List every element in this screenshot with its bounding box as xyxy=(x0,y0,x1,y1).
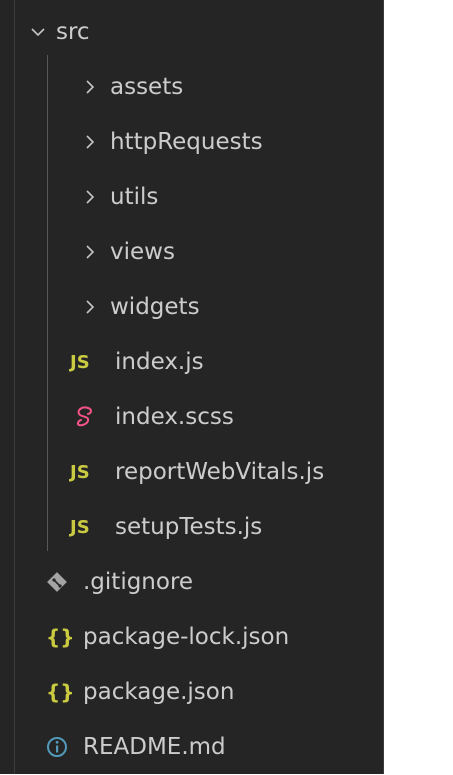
folder-widgets[interactable]: widgets xyxy=(0,280,384,335)
file-explorer-panel: src assets httpRequests utils views widg… xyxy=(0,0,384,774)
folder-label: widgets xyxy=(110,294,200,320)
js-icon: JS xyxy=(70,517,90,538)
chevron-right-icon xyxy=(82,280,98,335)
file-label: package.json xyxy=(83,679,235,705)
folder-label: utils xyxy=(110,184,159,210)
sass-icon xyxy=(74,390,98,445)
chevron-down-icon xyxy=(30,5,46,60)
folder-views[interactable]: views xyxy=(0,225,384,280)
info-icon xyxy=(46,720,70,775)
folder-src[interactable]: src xyxy=(0,5,384,60)
folder-label: httpRequests xyxy=(110,129,263,155)
folder-utils[interactable]: utils xyxy=(0,170,384,225)
folder-assets[interactable]: assets xyxy=(0,60,384,115)
chevron-right-icon xyxy=(82,170,98,225)
file-gitignore[interactable]: .gitignore xyxy=(0,555,384,610)
file-tree: src assets httpRequests utils views widg… xyxy=(0,5,384,775)
folder-label: src xyxy=(56,19,90,45)
folder-httprequests[interactable]: httpRequests xyxy=(0,115,384,170)
file-label: reportWebVitals.js xyxy=(115,459,325,485)
file-setuptests-js[interactable]: JS setupTests.js xyxy=(0,500,384,555)
chevron-right-icon xyxy=(82,60,98,115)
file-package-lock-json[interactable]: {} package-lock.json xyxy=(0,610,384,665)
file-label: .gitignore xyxy=(83,569,194,595)
json-icon: {} xyxy=(46,625,75,649)
folder-label: assets xyxy=(110,74,184,100)
file-reportwebvitals-js[interactable]: JS reportWebVitals.js xyxy=(0,445,384,500)
file-readme-md[interactable]: README.md xyxy=(0,720,384,775)
file-label: index.js xyxy=(115,349,204,375)
file-package-json[interactable]: {} package.json xyxy=(0,665,384,720)
file-label: setupTests.js xyxy=(115,514,263,540)
file-label: README.md xyxy=(83,734,226,760)
file-index-scss[interactable]: index.scss xyxy=(0,390,384,445)
git-icon xyxy=(46,555,70,610)
file-index-js[interactable]: JS index.js xyxy=(0,335,384,390)
file-label: index.scss xyxy=(115,404,234,430)
js-icon: JS xyxy=(70,352,90,373)
chevron-right-icon xyxy=(82,115,98,170)
chevron-right-icon xyxy=(82,225,98,280)
json-icon: {} xyxy=(46,680,75,704)
js-icon: JS xyxy=(70,462,90,483)
folder-label: views xyxy=(110,239,175,265)
file-label: package-lock.json xyxy=(83,624,290,650)
